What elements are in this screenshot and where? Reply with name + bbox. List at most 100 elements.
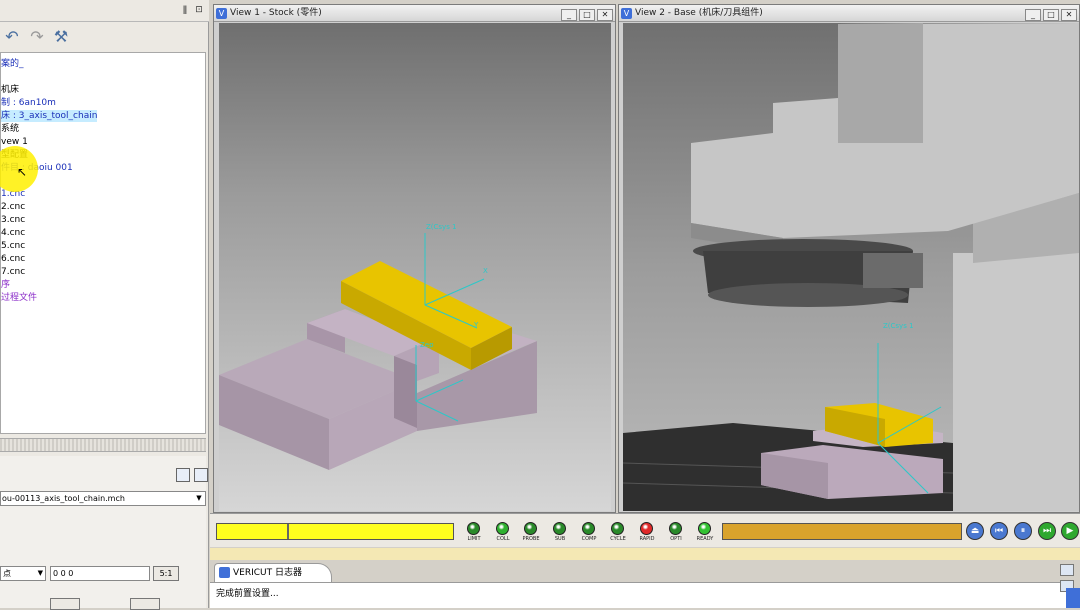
status-light-cycle: CYCLE xyxy=(603,521,633,545)
rewind-icon[interactable]: ⏮ xyxy=(990,522,1008,540)
view-1-title: View 1 - Stock (零件) xyxy=(230,8,322,18)
status-light-opti: OPTI xyxy=(661,521,691,545)
view-1-titlebar: V View 1 - Stock (零件) _ □ ✕ xyxy=(214,5,615,22)
maximize-button[interactable]: □ xyxy=(1043,9,1059,21)
status-light-icon xyxy=(553,522,566,535)
minimize-button[interactable]: _ xyxy=(561,9,577,21)
play-icon[interactable]: ▶ xyxy=(1061,522,1079,540)
simulation-progress-bar[interactable] xyxy=(216,523,454,540)
log-output[interactable] xyxy=(210,582,1066,608)
status-light-label: LIMIT xyxy=(467,536,481,542)
status-light-icon xyxy=(496,522,509,535)
status-light-coll: COLL xyxy=(488,521,518,545)
status-light-label: READY xyxy=(696,536,714,542)
window-controls: _ □ ✕ xyxy=(559,7,613,24)
grid-icon[interactable] xyxy=(194,468,208,482)
axis-y-label: Y xyxy=(474,321,479,329)
machine-file-select[interactable]: ou-00113_axis_tool_chain.mch ▼ xyxy=(0,491,206,506)
coordinate-input[interactable]: 0 0 0 xyxy=(50,566,150,581)
csys-sub-label: Zep xyxy=(420,341,434,349)
window-controls: _ □ ✕ xyxy=(1023,7,1077,24)
point-type-select[interactable]: 点 ▼ xyxy=(0,566,46,581)
csys-label: Z(Csys 1 xyxy=(426,223,457,231)
log-tab[interactable]: VERICUT 日志器 xyxy=(214,563,332,582)
tree-item[interactable]: 机床 xyxy=(1,84,19,96)
view-2-window: V View 2 - Base (机床/刀具组件) _ □ ✕ Z(Csys 1 xyxy=(618,4,1080,513)
minimize-icon[interactable] xyxy=(1060,564,1074,576)
panel-splitter[interactable] xyxy=(0,438,206,452)
properties-toolbar xyxy=(172,468,208,485)
step-icon[interactable]: ⏭ xyxy=(1038,522,1056,540)
coordinate-input-value: 0 0 0 xyxy=(53,569,74,578)
view-2-titlebar: V View 2 - Base (机床/刀具组件) _ □ ✕ xyxy=(619,5,1079,22)
tree-item[interactable]: 6.cnc xyxy=(1,253,25,265)
log-panel-header xyxy=(210,548,1080,560)
status-light-icon xyxy=(524,522,537,535)
view-2-title: View 2 - Base (机床/刀具组件) xyxy=(635,8,763,18)
mouse-pointer-icon: ↖ xyxy=(17,165,28,179)
tree-item[interactable]: 4.cnc xyxy=(1,227,25,239)
status-light-label: SUB xyxy=(554,536,566,542)
log-line: 完成前置设置... xyxy=(216,589,279,599)
status-light-sub: SUB xyxy=(545,521,575,545)
view-1-window: V View 1 - Stock (零件) _ □ ✕ Z(Csys 1 X Y… xyxy=(213,4,616,513)
csys-label: Z(Csys 1 xyxy=(883,322,914,330)
maximize-button[interactable]: □ xyxy=(579,9,595,21)
table-icon[interactable] xyxy=(176,468,190,482)
log-tab-label: VERICUT 日志器 xyxy=(233,568,302,578)
close-button[interactable]: ✕ xyxy=(597,9,613,21)
status-light-icon xyxy=(467,522,480,535)
view-icon: V xyxy=(621,8,632,19)
axis-x-label: X xyxy=(483,267,488,275)
status-light-icon xyxy=(582,522,595,535)
status-light-limit: LIMIT xyxy=(459,521,489,545)
redo-icon[interactable]: ↷ xyxy=(27,27,47,47)
minimize-button[interactable]: _ xyxy=(1025,9,1041,21)
point-type-value: 点 xyxy=(3,569,11,578)
status-light-label: RAPID xyxy=(639,536,655,542)
status-light-label: PROBE xyxy=(522,536,540,542)
project-toolbar: ↶ ↷ ⚒ xyxy=(0,24,209,50)
apply-button[interactable] xyxy=(50,598,80,610)
status-light-label: COMP xyxy=(581,536,597,542)
progress-slider-handle[interactable] xyxy=(287,524,289,539)
eject-icon[interactable]: ⏏ xyxy=(966,522,984,540)
chevron-down-icon[interactable]: ▼ xyxy=(194,493,204,504)
tree-item[interactable]: 7.cnc xyxy=(1,266,25,278)
cancel-button[interactable] xyxy=(130,598,160,610)
status-light-icon xyxy=(640,522,653,535)
status-light-comp: COMP xyxy=(574,521,604,545)
tree-item[interactable]: 序 xyxy=(1,279,10,291)
tree-item[interactable]: 5.cnc xyxy=(1,240,25,252)
status-light-icon xyxy=(611,522,624,535)
status-light-rapid: RAPID xyxy=(632,521,662,545)
tree-item[interactable]: 3.cnc xyxy=(1,214,25,226)
chevron-down-icon[interactable]: ▼ xyxy=(38,567,43,580)
close-button[interactable]: ✕ xyxy=(1061,9,1077,21)
status-light-icon xyxy=(669,522,682,535)
tree-item[interactable]: 床 : 3_axis_tool_chain xyxy=(1,110,98,122)
pick-button[interactable]: 5:1 xyxy=(153,566,179,581)
status-light-probe: PROBE xyxy=(516,521,546,545)
panel-menu-icon[interactable]: ⊡ xyxy=(194,5,204,15)
machine-file-value: ou-00113_axis_tool_chain.mch xyxy=(2,494,125,503)
log-scroll-indicator[interactable] xyxy=(1066,588,1080,608)
status-light-icon xyxy=(698,522,711,535)
view-2-viewport[interactable] xyxy=(623,23,1079,511)
view-1-viewport[interactable] xyxy=(219,23,611,511)
tool-icon[interactable]: ⚒ xyxy=(51,27,71,47)
view-icon: V xyxy=(216,8,227,19)
tree-item[interactable]: 过程文件 xyxy=(1,292,37,304)
tree-item[interactable]: 2.cnc xyxy=(1,201,25,213)
project-panel-titlebar: ǁ ⊡ xyxy=(0,0,209,22)
tree-item[interactable]: 系统 xyxy=(1,123,19,135)
status-light-label: COLL xyxy=(496,536,510,542)
status-light-label: CYCLE xyxy=(610,536,626,542)
pin-icon[interactable]: ǁ xyxy=(180,5,190,15)
tree-item[interactable]: 案的_ xyxy=(1,58,24,70)
undo-icon[interactable]: ↶ xyxy=(2,27,22,47)
pause-icon[interactable]: ⏸ xyxy=(1014,522,1032,540)
project-tree: 案的_ 机床制 : 6an10m 床 : 3_axis_tool_chain 系统 ve… xyxy=(0,52,206,434)
animation-speed-bar[interactable] xyxy=(722,523,962,540)
tree-item[interactable]: 制 : 6an10m xyxy=(1,97,56,109)
